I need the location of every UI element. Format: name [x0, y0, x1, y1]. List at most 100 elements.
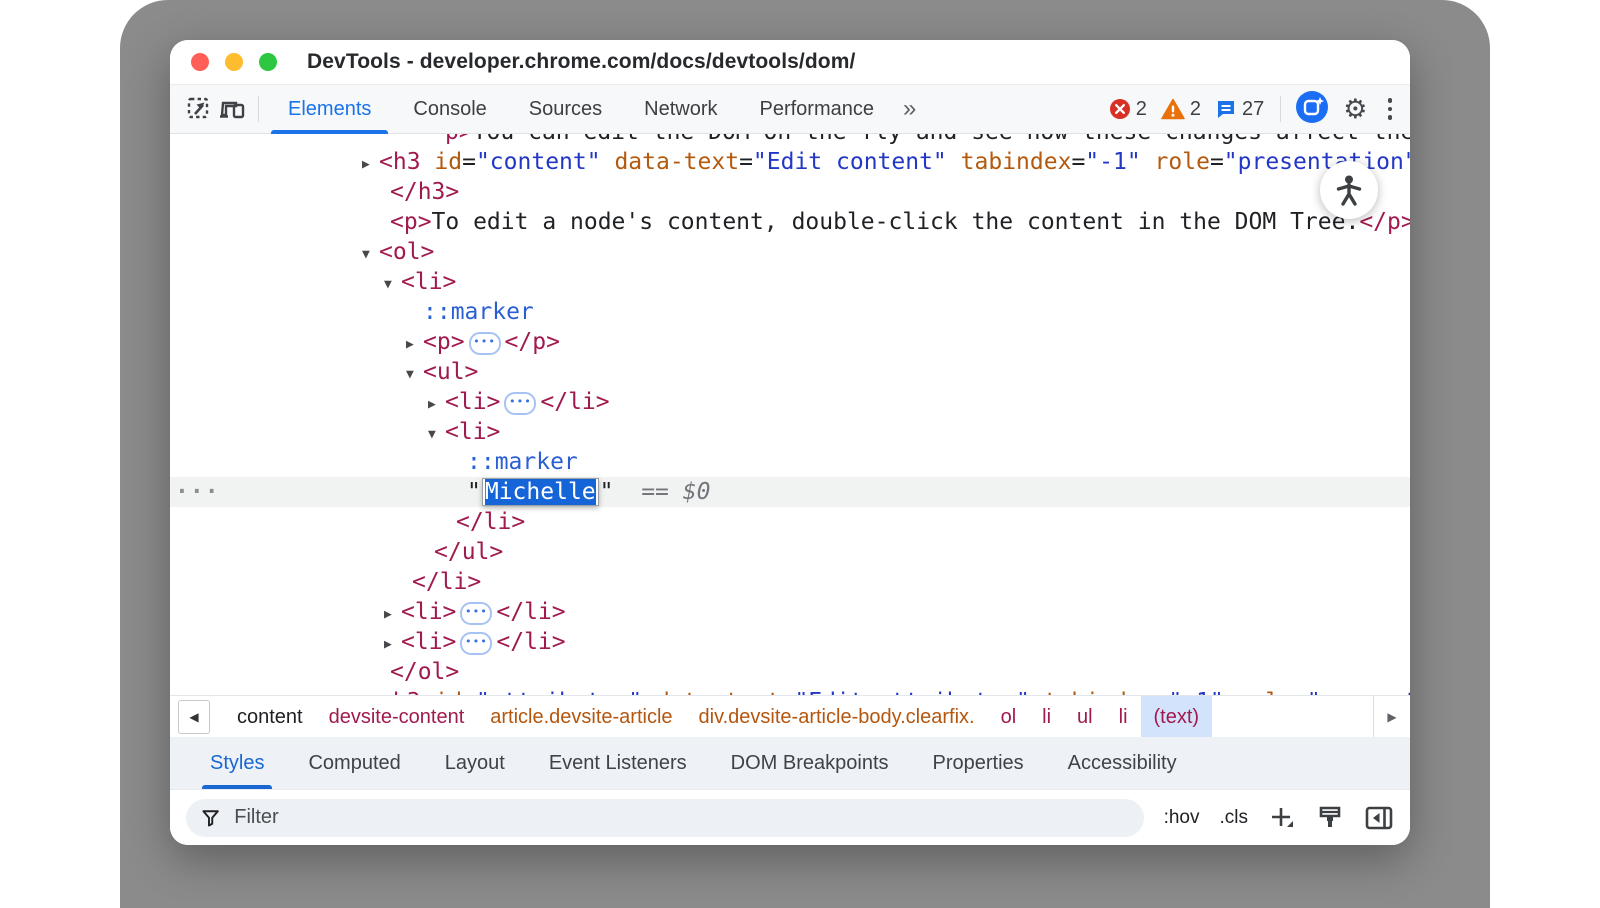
collapse-arrow-icon[interactable]: ▼ — [384, 270, 401, 300]
code-segment — [601, 149, 615, 175]
warning-count: 2 — [1190, 98, 1201, 121]
breadcrumb-scroll-left-button[interactable]: ◀ — [178, 700, 210, 734]
dom-tree-row[interactable]: </li> — [170, 567, 1410, 597]
pseudo-state-toggle[interactable]: :hov — [1164, 807, 1200, 829]
expand-arrow-icon[interactable]: ▶ — [384, 600, 401, 630]
dom-tree-row[interactable]: ▼<li> — [170, 417, 1410, 447]
collapse-arrow-icon[interactable]: ▼ — [362, 240, 379, 270]
close-window-button[interactable] — [191, 53, 209, 71]
dom-tree-row[interactable]: <p>To edit a node's content, double-clic… — [170, 207, 1410, 237]
sidebar-tab-strip: StylesComputedLayoutEvent ListenersDOM B… — [170, 737, 1410, 790]
minimize-window-button[interactable] — [225, 53, 243, 71]
inline-expand-button[interactable]: ••• — [460, 632, 492, 655]
toggle-sidebar-icon[interactable] — [1364, 804, 1394, 832]
device-toolbar-icon[interactable] — [216, 92, 250, 126]
dom-tree-row[interactable]: ▼<ol> — [170, 237, 1410, 267]
tab-network[interactable]: Network — [623, 85, 738, 133]
ellipsis-dots-icon: ••• — [465, 606, 488, 617]
title-bar: DevTools - developer.chrome.com/docs/dev… — [170, 40, 1410, 84]
errors-badge[interactable]: 2 — [1109, 98, 1147, 121]
collapse-arrow-icon[interactable]: ▼ — [428, 420, 445, 450]
code-segment: $0 — [683, 479, 711, 505]
breadcrumb-item[interactable]: devsite-content — [316, 696, 478, 738]
code-segment: </p> — [1359, 209, 1410, 235]
rendering-brush-icon[interactable] — [1316, 804, 1344, 832]
code-segment: "content" — [476, 149, 601, 175]
class-toggle[interactable]: .cls — [1220, 807, 1249, 829]
inspect-element-icon[interactable] — [182, 92, 216, 126]
settings-gear-icon[interactable]: ⚙ — [1343, 96, 1367, 123]
expand-arrow-icon[interactable]: ▶ — [362, 150, 379, 180]
inline-edit-box[interactable]: Michelle — [482, 478, 599, 506]
dom-tree-row[interactable]: ▶<li>•••</li> — [170, 627, 1410, 657]
tab-accessibility[interactable]: Accessibility — [1046, 737, 1199, 789]
breadcrumb-item[interactable]: div.devsite-article-body.clearfix. — [686, 696, 988, 738]
filter-field[interactable] — [186, 799, 1144, 837]
tab-dom-breakpoints[interactable]: DOM Breakpoints — [709, 737, 911, 789]
inline-expand-button[interactable]: ••• — [504, 392, 536, 415]
dom-tree-row[interactable]: ▶<li>•••</li> — [170, 387, 1410, 417]
more-options-kebab-icon[interactable] — [1382, 98, 1399, 120]
tab-performance[interactable]: Performance — [739, 85, 896, 133]
breadcrumb-item[interactable]: article.devsite-article — [477, 696, 685, 738]
filter-input[interactable] — [232, 805, 1128, 830]
code-segment: <li> — [445, 389, 500, 415]
dom-tree-row[interactable]: p>You can edit the DOM on the fly and se… — [170, 134, 1410, 147]
tab-elements[interactable]: Elements — [267, 85, 392, 133]
dom-tree-row[interactable]: ▼<li> — [170, 267, 1410, 297]
window-title: DevTools - developer.chrome.com/docs/dev… — [307, 50, 855, 74]
issues-badge[interactable]: 27 — [1215, 98, 1264, 121]
warnings-badge[interactable]: 2 — [1161, 98, 1201, 121]
accessibility-button[interactable] — [1320, 161, 1378, 219]
code-segment — [947, 149, 961, 175]
breadcrumb-item[interactable]: (text) — [1141, 696, 1213, 738]
more-tabs-icon[interactable]: » — [895, 95, 924, 123]
new-style-rule-button[interactable] — [1268, 804, 1296, 832]
inline-expand-button[interactable]: ••• — [469, 332, 501, 355]
code-segment: </li> — [412, 569, 481, 595]
breadcrumb-item[interactable]: ul — [1064, 696, 1106, 738]
code-segment: " — [600, 479, 614, 505]
code-segment: <li> — [445, 419, 500, 445]
dom-tree-row[interactable]: ▶<h3 id="content" data-text="Edit conten… — [170, 147, 1410, 177]
code-segment: "-1" — [1085, 149, 1140, 175]
tab-sources[interactable]: Sources — [508, 85, 623, 133]
tab-event-listeners[interactable]: Event Listeners — [527, 737, 709, 789]
tab-computed[interactable]: Computed — [286, 737, 422, 789]
code-segment: </li> — [456, 509, 525, 535]
expand-arrow-icon[interactable]: ▶ — [384, 630, 401, 660]
dom-tree-row[interactable]: ▶<li>•••</li> — [170, 597, 1410, 627]
dom-tree-row[interactable]: ::marker — [170, 297, 1410, 327]
collapse-arrow-icon[interactable]: ▼ — [406, 360, 423, 390]
tab-layout[interactable]: Layout — [423, 737, 527, 789]
breadcrumb-item[interactable]: li — [1106, 696, 1141, 738]
tab-styles[interactable]: Styles — [188, 737, 286, 789]
code-segment: <li> — [401, 629, 456, 655]
breadcrumb-item[interactable]: li — [1029, 696, 1064, 738]
expand-arrow-icon[interactable]: ▶ — [406, 330, 423, 360]
code-segment: <p> — [390, 209, 432, 235]
dom-tree-row[interactable]: </ol> — [170, 657, 1410, 687]
breadcrumb-item[interactable]: ol — [988, 696, 1030, 738]
code-segment: <ul> — [423, 359, 478, 385]
selected-text: Michelle — [485, 479, 596, 505]
dom-tree-row[interactable]: ▶<p>•••</p> — [170, 327, 1410, 357]
dom-tree-row[interactable]: ▼<ul> — [170, 357, 1410, 387]
zoom-window-button[interactable] — [259, 53, 277, 71]
dom-tree-row[interactable]: </ul> — [170, 537, 1410, 567]
dom-tree-row[interactable]: ::marker — [170, 447, 1410, 477]
breadcrumb-scroll-right-button[interactable]: ▶ — [1373, 696, 1410, 738]
breadcrumb-item[interactable]: content — [224, 696, 316, 738]
tab-properties[interactable]: Properties — [911, 737, 1046, 789]
more-actions-icon[interactable]: ··· — [175, 477, 220, 507]
expand-arrow-icon[interactable]: ▶ — [428, 390, 445, 420]
dom-tree-row[interactable]: ···"Michelle" == $0 — [170, 477, 1410, 507]
inline-expand-button[interactable]: ••• — [460, 602, 492, 625]
tab-console[interactable]: Console — [392, 85, 507, 133]
ai-assistance-icon[interactable] — [1295, 90, 1329, 129]
dom-tree-row[interactable]: </li> — [170, 507, 1410, 537]
dom-tree-row[interactable]: </h3> — [170, 177, 1410, 207]
code-segment: "Edit content" — [753, 149, 947, 175]
code-segment: == — [641, 479, 683, 505]
dom-tree-row[interactable]: ▶<h3 id="attributes" data-text="Edit att… — [170, 687, 1410, 695]
